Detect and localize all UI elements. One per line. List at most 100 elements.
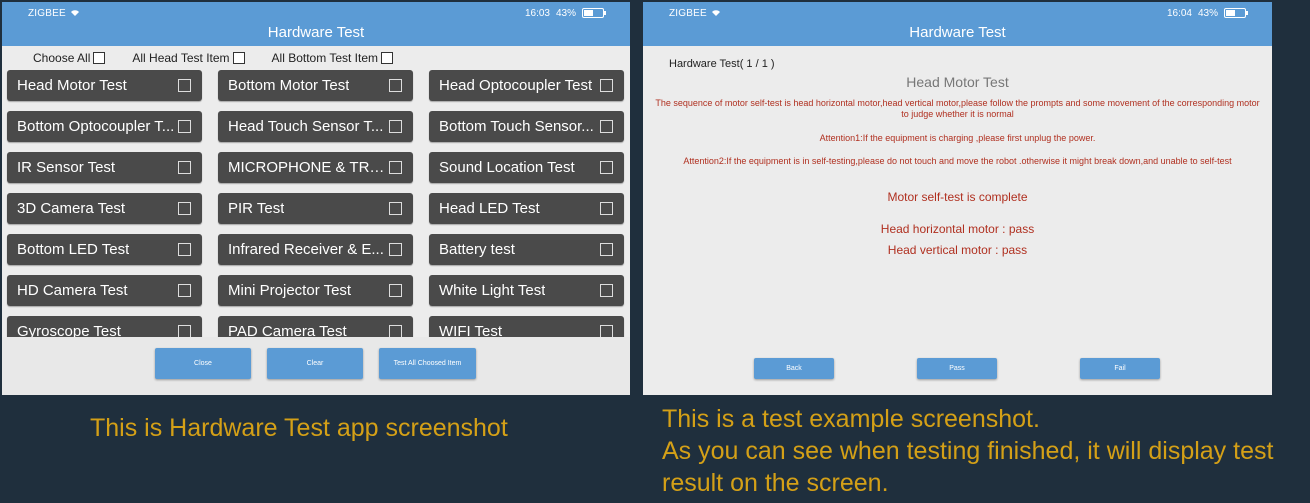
clear-button[interactable]: Clear [267, 348, 363, 379]
test-item-checkbox[interactable] [389, 202, 402, 215]
test-item-checkbox[interactable] [600, 120, 613, 133]
all-head-test-option[interactable]: All Head Test Item [132, 51, 245, 65]
all-bottom-test-checkbox[interactable] [381, 52, 394, 64]
right-caption-line-1: This is a test example screenshot. [662, 405, 1040, 433]
test-item-checkbox[interactable] [178, 161, 191, 174]
test-item-label: Battery test [439, 241, 515, 258]
test-item-checkbox[interactable] [389, 325, 402, 337]
test-item-checkbox[interactable] [178, 325, 191, 337]
test-item-button[interactable]: PAD Camera Test [218, 316, 413, 337]
test-item-label: Bottom Motor Test [228, 77, 350, 94]
test-all-chosen-button[interactable]: Test All Choosed Item [379, 348, 476, 379]
test-item-checkbox[interactable] [178, 243, 191, 256]
clock: 16:04 [1166, 7, 1192, 19]
test-item-label: Head Touch Sensor T... [228, 118, 384, 135]
network-label: ZIGBEE [669, 7, 707, 19]
test-item-list[interactable]: Head Motor Test Bottom Motor Test Head Opt… [2, 70, 630, 337]
test-item-button[interactable]: Head Motor Test [7, 70, 202, 101]
choose-all-checkbox[interactable] [93, 52, 106, 64]
test-item-label: HD Camera Test [17, 282, 128, 299]
choose-all-option[interactable]: Choose All [33, 51, 106, 65]
test-item-checkbox[interactable] [178, 202, 191, 215]
result-vertical: Head vertical motor : pass [887, 243, 1028, 257]
test-item-checkbox[interactable] [389, 284, 402, 297]
test-item-checkbox[interactable] [600, 202, 613, 215]
test-item-button[interactable]: White Light Test [429, 275, 624, 306]
test-item-checkbox[interactable] [600, 79, 613, 92]
test-item-checkbox[interactable] [600, 161, 613, 174]
page-title: Hardware Test [643, 24, 1272, 46]
test-item-label: Sound Location Test [439, 159, 575, 176]
test-item-button[interactable]: Head Optocoupler Test [429, 70, 624, 101]
test-item-label: Head LED Test [439, 200, 540, 217]
test-item-button[interactable]: WIFI Test [429, 316, 624, 337]
battery-icon [582, 8, 606, 18]
right-caption: This is a test example screenshot. As yo… [662, 403, 1273, 499]
left-caption: This is Hardware Test app screenshot [90, 414, 508, 442]
right-caption-line-3: result on the screen. [662, 469, 889, 497]
test-item-checkbox[interactable] [178, 284, 191, 297]
test-item-button[interactable]: Head LED Test [429, 193, 624, 224]
test-item-label: Head Optocoupler Test [439, 77, 593, 94]
all-head-test-checkbox[interactable] [232, 52, 245, 64]
test-item-checkbox[interactable] [389, 161, 402, 174]
test-result-screen: ZIGBEE 16:04 43% Hardware Test Hardware … [643, 2, 1272, 395]
test-item-label: 3D Camera Test [17, 200, 126, 217]
fail-button[interactable]: Fail [1080, 358, 1160, 379]
attention-1-text: Attention1:If the equipment is charging … [819, 133, 1096, 143]
all-bottom-test-option[interactable]: All Bottom Test Item [271, 51, 394, 65]
test-item-checkbox[interactable] [389, 120, 402, 133]
test-item-checkbox[interactable] [600, 243, 613, 256]
status-bar: ZIGBEE 16:04 43% [643, 2, 1272, 24]
wifi-icon [711, 10, 720, 16]
test-item-button[interactable]: Gyroscope Test [7, 316, 202, 337]
instructions-text: The sequence of motor self-test is head … [655, 98, 1260, 119]
test-item-button[interactable]: MICROPHONE & TRU... [218, 152, 413, 183]
result-horizontal: Head horizontal motor : pass [880, 222, 1035, 236]
test-item-label: Gyroscope Test [17, 323, 121, 337]
test-name: Head Motor Test [906, 74, 1009, 90]
test-item-button[interactable]: Bottom Touch Sensor... [429, 111, 624, 142]
test-item-button[interactable]: Bottom LED Test [7, 234, 202, 265]
test-item-label: WIFI Test [439, 323, 503, 337]
complete-message: Motor self-test is complete [887, 190, 1028, 204]
page-title: Hardware Test [2, 24, 630, 46]
test-item-button[interactable]: Bottom Optocoupler T... [7, 111, 202, 142]
close-button[interactable]: Close [155, 348, 251, 379]
all-head-test-label: All Head Test Item [132, 51, 230, 65]
test-item-checkbox[interactable] [389, 243, 402, 256]
status-bar: ZIGBEE 16:03 43% [2, 2, 630, 24]
test-item-label: MICROPHONE & TRU... [228, 159, 388, 176]
test-item-label: Mini Projector Test [228, 282, 352, 299]
test-item-checkbox[interactable] [600, 284, 613, 297]
test-item-label: Bottom Optocoupler T... [17, 118, 175, 135]
page-counter: Hardware Test( 1 / 1 ) [669, 58, 775, 70]
back-button[interactable]: Back [754, 358, 834, 379]
test-item-button[interactable]: HD Camera Test [7, 275, 202, 306]
clock: 16:03 [524, 7, 550, 19]
test-item-button[interactable]: IR Sensor Test [7, 152, 202, 183]
test-item-button[interactable]: Battery test [429, 234, 624, 265]
test-item-button[interactable]: 3D Camera Test [7, 193, 202, 224]
test-item-button[interactable]: Sound Location Test [429, 152, 624, 183]
test-item-label: Bottom LED Test [17, 241, 130, 258]
test-item-checkbox[interactable] [389, 79, 402, 92]
test-item-label: White Light Test [439, 282, 546, 299]
test-item-checkbox[interactable] [600, 325, 613, 337]
all-bottom-test-label: All Bottom Test Item [271, 51, 379, 65]
test-item-button[interactable]: PIR Test [218, 193, 413, 224]
test-item-label: Infrared Receiver & E... [228, 241, 384, 258]
choose-row: Choose All All Head Test Item All Bottom… [2, 46, 630, 70]
test-item-checkbox[interactable] [178, 79, 191, 92]
battery-percent: 43% [1197, 7, 1218, 19]
test-item-checkbox[interactable] [178, 120, 191, 133]
choose-all-label: Choose All [33, 51, 91, 65]
pass-button[interactable]: Pass [917, 358, 997, 379]
test-item-label: PIR Test [228, 200, 285, 217]
test-item-button[interactable]: Head Touch Sensor T... [218, 111, 413, 142]
test-item-label: Head Motor Test [17, 77, 127, 94]
test-item-button[interactable]: Infrared Receiver & E... [218, 234, 413, 265]
test-item-button[interactable]: Mini Projector Test [218, 275, 413, 306]
battery-icon [1224, 8, 1248, 18]
test-item-button[interactable]: Bottom Motor Test [218, 70, 413, 101]
